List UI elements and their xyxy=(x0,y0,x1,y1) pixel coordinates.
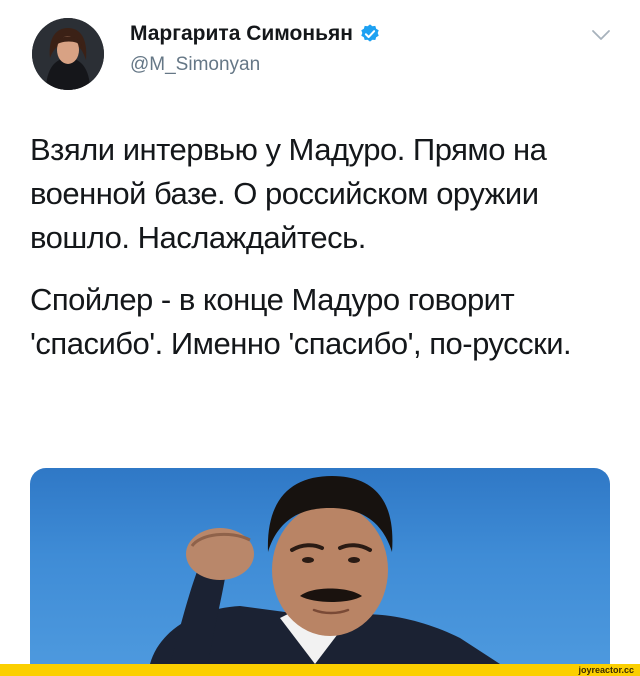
avatar[interactable] xyxy=(32,18,104,90)
author-handle[interactable]: @M_Simonyan xyxy=(130,54,260,76)
tweet-text: Взяли интервью у Мадуро. Прямо на военно… xyxy=(30,128,615,384)
site-watermark: joyreactor.cc xyxy=(578,665,634,675)
tweet-paragraph: Спойлер - в конце Мадуро говорит 'спасиб… xyxy=(30,282,572,361)
author-name-row: Маргарита Симоньян xyxy=(130,22,381,46)
media-photo xyxy=(150,476,500,664)
tweet-media-image[interactable] xyxy=(30,468,610,664)
verified-badge-icon xyxy=(361,24,379,42)
avatar-photo xyxy=(32,18,104,90)
footer-bar: joyreactor.cc xyxy=(0,664,640,676)
tweet-paragraph: Взяли интервью у Мадуро. Прямо на военно… xyxy=(30,132,547,255)
tweet-card: Маргарита Симоньян @M_Simonyan Взяли инт… xyxy=(0,0,640,664)
author-name[interactable]: Маргарита Симоньян xyxy=(130,22,353,46)
chevron-down-icon[interactable] xyxy=(590,28,612,42)
